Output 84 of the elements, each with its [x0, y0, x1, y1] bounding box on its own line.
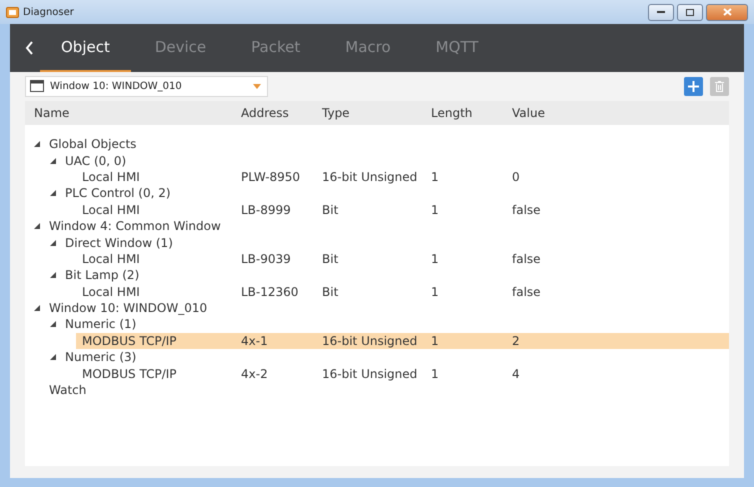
table-cell-text: 1 [430, 334, 440, 348]
table-cell-text: Bit [321, 284, 340, 299]
table-cell-text: Bit [321, 252, 340, 266]
table-cell-text: LB-12360 [240, 284, 300, 299]
expand-icon[interactable] [50, 240, 56, 246]
tree-row[interactable]: Numeric (1) [25, 316, 729, 333]
tree-row[interactable]: MODBUS TCP/IP 4x-2 16-bit Unsigned 1 4 [25, 365, 729, 382]
tree-item: MODBUS TCP/IP [82, 366, 177, 381]
window-dropdown[interactable]: Window 10: WINDOW_010 [25, 76, 268, 96]
tree-row[interactable]: Numeric (3) [25, 349, 729, 366]
column-header[interactable]: Value [503, 106, 729, 120]
tree-row[interactable]: Window 4: Common Window [25, 218, 729, 234]
table-cell-text: LB-8999 [240, 202, 292, 217]
tree-item: PLC Control (0, 2) [65, 186, 171, 200]
tree-item: Local HMI [82, 252, 140, 266]
tree-row[interactable]: Direct Window (1) [25, 234, 729, 251]
table-cell-text: 4x-2 [240, 366, 269, 381]
close-button[interactable] [706, 4, 748, 20]
minimize-button[interactable] [648, 4, 674, 20]
tree-row[interactable]: Bit Lamp (2) [25, 267, 729, 284]
column-header[interactable]: Address [232, 106, 313, 120]
table-cell-text: 16-bit Unsigned [321, 170, 418, 184]
maximize-button[interactable] [677, 4, 703, 20]
table-cell-text: 4 [511, 366, 521, 381]
expand-icon[interactable] [50, 321, 56, 328]
tree-row[interactable]: Local HMI LB-9039 Bit 1 false [25, 250, 729, 268]
close-icon [722, 8, 732, 16]
expand-icon[interactable] [34, 223, 40, 230]
expand-icon[interactable] [50, 354, 56, 360]
table-cell-text: false [511, 252, 542, 266]
table-cell-text: 0 [511, 170, 521, 184]
expand-icon[interactable] [50, 272, 56, 278]
window-icon [30, 80, 44, 92]
table-cell-text: 1 [430, 252, 440, 266]
tree-item: Watch [49, 383, 86, 398]
tree-row[interactable]: Local HMI LB-8999 Bit 1 false [25, 202, 729, 218]
column-header[interactable]: Name [25, 106, 232, 120]
add-button[interactable] [684, 76, 703, 96]
window-title: Diagnoser [23, 6, 75, 18]
table-cell-text: 1 [430, 366, 440, 381]
tree-row[interactable]: PLC Control (0, 2) [25, 185, 729, 202]
caret-icon [253, 84, 261, 88]
expand-icon[interactable] [34, 305, 40, 312]
table-cell-text: LB-9039 [240, 252, 292, 266]
tree-row[interactable]: Local HMI PLW-8950 16-bit Unsigned 1 0 [25, 168, 729, 186]
trash-icon [715, 80, 724, 92]
tree-row[interactable]: Watch [25, 382, 729, 398]
plus-icon [688, 80, 699, 92]
tree-row[interactable]: UAC (0, 0) [25, 152, 729, 169]
expand-icon[interactable] [34, 141, 40, 148]
column-header[interactable]: Length [422, 106, 503, 120]
app-icon [6, 6, 19, 18]
table-cell-text: 16-bit Unsigned [321, 334, 418, 348]
tree-item: Numeric (3) [65, 350, 136, 364]
tree-item: Numeric (1) [65, 317, 136, 332]
tree-item: Local HMI [82, 202, 140, 217]
tree-item: Direct Window (1) [65, 236, 173, 250]
table-cell-text: 1 [430, 170, 440, 184]
tree-item: MODBUS TCP/IP [82, 334, 177, 348]
tree-item: UAC (0, 0) [65, 154, 126, 168]
table-cell-text: 4x-1 [240, 334, 269, 348]
maximize-icon [686, 8, 694, 16]
tree-item: Global Objects [49, 137, 136, 152]
tree-item: Window 10: WINDOW_010 [49, 301, 208, 316]
table-cell-text: 2 [511, 334, 521, 348]
table-cell-text: Bit [321, 202, 340, 217]
tree-row[interactable]: Local HMI LB-12360 Bit 1 false [25, 284, 729, 300]
tree-row[interactable]: Global Objects [25, 136, 729, 152]
tree-row[interactable]: Window 10: WINDOW_010 [25, 300, 729, 316]
tree-item: Window 4: Common Window [49, 219, 221, 234]
tree-item: Bit Lamp (2) [65, 268, 140, 282]
column-header[interactable]: Type [313, 106, 422, 120]
expand-icon[interactable] [50, 190, 56, 196]
table-cell-text: false [511, 202, 542, 217]
table-cell-text: false [511, 284, 542, 299]
table-cell-text: PLW-8950 [240, 170, 302, 184]
tree-item: Local HMI [82, 170, 140, 184]
table-cell-text: 1 [430, 284, 440, 299]
expand-icon[interactable] [50, 158, 56, 164]
tree-item: Local HMI [82, 284, 140, 299]
tree-row[interactable]: MODBUS TCP/IP 4x-1 16-bit Unsigned 1 2 [25, 332, 729, 350]
minimize-icon [657, 10, 665, 14]
table-cell-text: 16-bit Unsigned [321, 366, 418, 381]
table-cell-text: 1 [430, 202, 440, 217]
